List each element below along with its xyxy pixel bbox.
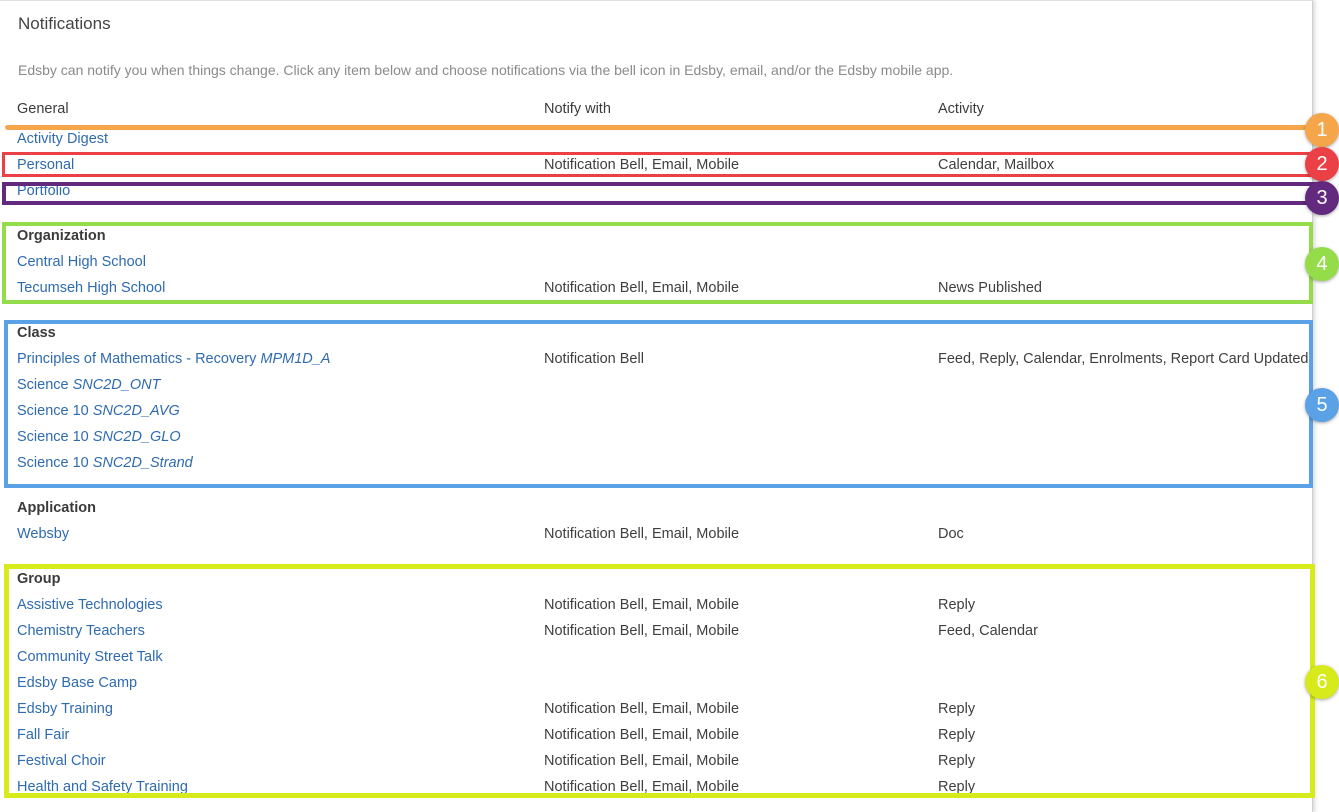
callout-badge-3: 3 xyxy=(1305,181,1339,215)
column-header-general: General xyxy=(17,101,69,117)
column-header-activity: Activity xyxy=(938,101,984,117)
item-notify: Notification Bell, Email, Mobile xyxy=(544,526,740,542)
application-row[interactable]: Websby Notification Bell, Email, Mobile … xyxy=(0,526,1312,546)
general-row-activity-digest[interactable]: Activity Digest xyxy=(0,131,1312,151)
callout-badge-2: 2 xyxy=(1305,147,1339,181)
callout-box-1 xyxy=(5,125,1315,130)
callout-badge-5: 5 xyxy=(1305,388,1339,422)
callout-badge-1: 1 xyxy=(1305,113,1339,147)
callout-badge-6: 6 xyxy=(1305,665,1339,699)
item-name[interactable]: Activity Digest xyxy=(17,131,108,147)
item-name[interactable]: Websby xyxy=(17,526,69,542)
callout-badge-4: 4 xyxy=(1305,247,1339,281)
callout-box-5 xyxy=(4,320,1313,488)
callout-box-3 xyxy=(2,182,1317,205)
callout-box-4 xyxy=(2,222,1313,304)
callout-box-6 xyxy=(4,564,1315,798)
section-heading-application: Application xyxy=(17,500,96,516)
callout-box-2 xyxy=(2,152,1317,177)
column-header-notify-with: Notify with xyxy=(544,101,611,117)
page-title: Notifications xyxy=(18,14,111,33)
item-activity: Doc xyxy=(938,526,964,542)
page-description: Edsby can notify you when things change.… xyxy=(18,62,954,78)
